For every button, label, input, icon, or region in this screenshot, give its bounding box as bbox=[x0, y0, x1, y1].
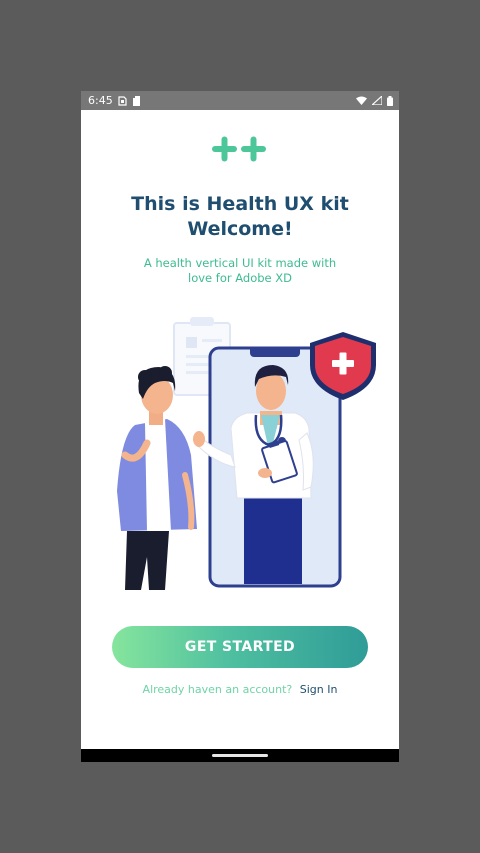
system-nav-bar bbox=[81, 749, 399, 762]
page-subtitle: A health vertical UI kit made with love … bbox=[81, 256, 399, 286]
signin-row: Already haven an account? Sign In bbox=[81, 683, 399, 696]
get-started-button[interactable]: GET STARTED bbox=[112, 626, 368, 668]
status-bar: 6:45 bbox=[81, 91, 399, 110]
double-plus-logo-icon bbox=[211, 135, 269, 163]
battery-icon bbox=[387, 95, 393, 106]
status-time: 6:45 bbox=[88, 94, 113, 107]
title-line-1: This is Health UX kit bbox=[131, 193, 349, 215]
doctor-patient-phone-illustration bbox=[107, 315, 379, 590]
sign-in-link[interactable]: Sign In bbox=[300, 683, 338, 696]
subtitle-line-2: love for Adobe XD bbox=[188, 271, 292, 285]
wifi-icon bbox=[356, 96, 367, 105]
sd-card-icon bbox=[132, 95, 141, 106]
home-gesture-bar[interactable] bbox=[212, 754, 268, 757]
sim-card-icon bbox=[118, 95, 127, 106]
subtitle-line-1: A health vertical UI kit made with bbox=[143, 256, 337, 270]
get-started-label: GET STARTED bbox=[184, 639, 296, 655]
page-title: This is Health UX kit Welcome! bbox=[81, 192, 399, 242]
signin-prompt: Already haven an account? bbox=[142, 683, 293, 696]
cell-signal-icon bbox=[372, 96, 382, 105]
phone-screen: 6:45 This is Health UX kit Welcome! A he… bbox=[81, 91, 399, 762]
title-line-2: Welcome! bbox=[187, 218, 293, 240]
